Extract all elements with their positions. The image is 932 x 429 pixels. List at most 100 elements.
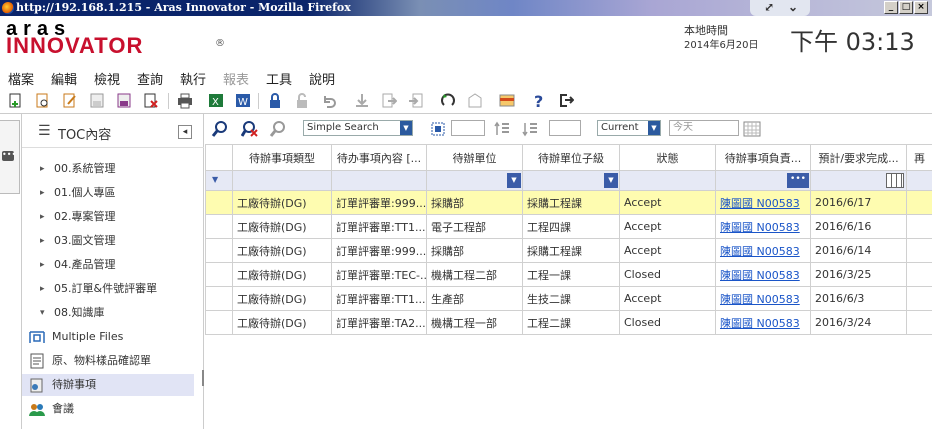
filter-cell[interactable]: •••: [715, 170, 811, 191]
table-row[interactable]: 工廠待辦(DG) 訂單評審單:TA2... 機構工程一部 工程二課 Closed 陳圖國 …: [205, 310, 932, 335]
sort-ascending-icon[interactable]: [493, 120, 511, 138]
toc-folder-orders[interactable]: ▸ 05.訂單&件號評審單: [22, 278, 194, 300]
page-size-input[interactable]: [451, 120, 485, 136]
ellipsis-icon[interactable]: •••: [787, 173, 809, 188]
refresh-icon[interactable]: [440, 92, 456, 109]
filter-dropdown-icon[interactable]: ▼: [507, 173, 521, 188]
lock-icon[interactable]: [267, 92, 283, 109]
expand-arrow-icon[interactable]: ▸: [40, 158, 45, 180]
date-mode-select[interactable]: Current ▼: [597, 120, 661, 136]
row-selector-cell[interactable]: [205, 310, 233, 335]
expand-arrow-icon[interactable]: ▸: [40, 278, 45, 300]
chevron-down-icon[interactable]: ⌄: [788, 0, 798, 15]
toc-folder-knowledge[interactable]: ▾ 08.知識庫: [22, 302, 194, 324]
assignee-link[interactable]: 陳圖國 N00583: [720, 221, 800, 234]
row-selector-cell[interactable]: [205, 190, 233, 215]
hamburger-icon[interactable]: ☰: [38, 123, 51, 139]
grid-header[interactable]: 再: [906, 144, 932, 171]
assignee-link[interactable]: 陳圖國 N00583: [720, 317, 800, 330]
restore-arrows-icon[interactable]: ⤢: [764, 0, 774, 15]
logout-icon[interactable]: [558, 92, 575, 109]
select-columns-icon[interactable]: [429, 120, 447, 138]
toc-folder-personal[interactable]: ▸ 01.個人專區: [22, 182, 194, 204]
filter-dropdown-icon[interactable]: ▼: [604, 173, 618, 188]
menu-reports[interactable]: 報表: [223, 69, 249, 88]
unlock-icon[interactable]: [294, 92, 310, 109]
row-selector-cell[interactable]: [205, 238, 233, 263]
max-results-input[interactable]: [549, 120, 581, 136]
expand-arrow-icon[interactable]: ▸: [40, 230, 45, 252]
save-icon[interactable]: [89, 92, 105, 109]
expand-arrow-icon[interactable]: ▸: [40, 254, 45, 276]
table-row[interactable]: 工廠待辦(DG) 訂單評審單:TT1... 電子工程部 工程四課 Accept 陳圖國 N…: [205, 214, 932, 239]
toc-item-meeting[interactable]: 會議: [22, 398, 194, 420]
assignee-link[interactable]: 陳圖國 N00583: [720, 269, 800, 282]
grid-header[interactable]: 狀態: [619, 144, 716, 171]
grid-header[interactable]: 待辦事項類型: [232, 144, 332, 171]
maximize-button[interactable]: □: [899, 1, 913, 14]
filter-cell[interactable]: [906, 170, 932, 191]
assignee-link[interactable]: 陳圖國 N00583: [720, 197, 800, 210]
grid-header[interactable]: 預計/要求完成...: [810, 144, 907, 171]
run-search-icon[interactable]: [211, 120, 229, 138]
expand-arrow-icon[interactable]: ▾: [40, 302, 45, 324]
assignee-link[interactable]: 陳圖國 N00583: [720, 293, 800, 306]
excel-icon[interactable]: X: [208, 92, 224, 109]
menu-execute[interactable]: 執行: [180, 69, 206, 88]
menu-file[interactable]: 檔案: [8, 69, 34, 88]
filter-arrow-icon[interactable]: ▼: [212, 175, 218, 184]
filter-cell[interactable]: ▼: [426, 170, 523, 191]
toc-item-multiple-files[interactable]: Multiple Files: [22, 326, 194, 348]
row-selector-cell[interactable]: [205, 262, 233, 287]
grid-header[interactable]: 待辦單位: [426, 144, 523, 171]
table-row[interactable]: 工廠待辦(DG) 訂單評審單:999... 採購部 採購工程課 Accept 陳圖國 N0…: [205, 238, 932, 263]
table-row[interactable]: 工廠待辦(DG) 訂單評審單:TT1... 生產部 生技二課 Accept 陳圖國 N00…: [205, 286, 932, 311]
edit-item-icon[interactable]: [62, 92, 78, 109]
table-row[interactable]: 工廠待辦(DG) 訂單評審單:TEC-... 機構工程二部 工程一課 Closed 陳圖國…: [205, 262, 932, 287]
toc-folder-system[interactable]: ▸ 00.系統管理: [22, 158, 194, 180]
menu-tools[interactable]: 工具: [266, 69, 292, 88]
more-icon[interactable]: •••: [2, 151, 16, 161]
form-icon[interactable]: [499, 92, 515, 109]
toc-item-todo[interactable]: 待辦事項: [22, 374, 194, 396]
row-selector-cell[interactable]: [205, 214, 233, 239]
menu-search[interactable]: 查詢: [137, 69, 163, 88]
toc-folder-documents[interactable]: ▸ 03.圖文管理: [22, 230, 194, 252]
minimize-button[interactable]: _: [884, 1, 898, 14]
help-icon[interactable]: ?: [531, 92, 547, 111]
expand-arrow-icon[interactable]: ▸: [40, 206, 45, 228]
row-selector-cell[interactable]: [205, 286, 233, 311]
dropdown-arrow-icon[interactable]: ▼: [400, 121, 412, 135]
grid-header[interactable]: 待辦單位子級: [522, 144, 620, 171]
delete-icon[interactable]: [143, 92, 159, 109]
menu-edit[interactable]: 編輯: [51, 69, 77, 88]
collapse-panel-button[interactable]: ◂: [178, 125, 192, 139]
grid-header[interactable]: 待办事項內容 [...: [331, 144, 427, 171]
print-icon[interactable]: [177, 92, 193, 109]
filter-cell[interactable]: [232, 170, 332, 191]
export-icon[interactable]: [381, 92, 398, 109]
filter-cell[interactable]: ▼: [522, 170, 620, 191]
search-mode-select[interactable]: Simple Search ▼: [303, 120, 413, 136]
toc-item-material-sample[interactable]: 原、物料樣品確認單: [22, 350, 194, 372]
import-icon[interactable]: [408, 92, 424, 109]
filter-cell[interactable]: [619, 170, 716, 191]
calendar-icon[interactable]: [886, 173, 904, 188]
save-close-icon[interactable]: [116, 92, 132, 109]
grid-header[interactable]: 待辦事項負責...: [715, 144, 811, 171]
calendar-icon[interactable]: [743, 120, 761, 138]
undo-icon[interactable]: [321, 92, 337, 109]
clear-search-icon[interactable]: [240, 120, 259, 138]
assignee-link[interactable]: 陳圖國 N00583: [720, 245, 800, 258]
toc-scrollbar-thumb[interactable]: [202, 370, 204, 386]
menu-view[interactable]: 檢視: [94, 69, 120, 88]
word-icon[interactable]: W: [235, 92, 251, 109]
filter-cell[interactable]: [331, 170, 427, 191]
search-criteria-icon[interactable]: [269, 120, 287, 138]
expand-arrow-icon[interactable]: ▸: [40, 182, 45, 204]
sort-descending-icon[interactable]: [521, 120, 539, 138]
left-panel-tab[interactable]: •••: [0, 120, 20, 194]
download-icon[interactable]: [354, 92, 370, 109]
open-item-icon[interactable]: [35, 92, 51, 109]
menu-help[interactable]: 說明: [309, 69, 335, 88]
